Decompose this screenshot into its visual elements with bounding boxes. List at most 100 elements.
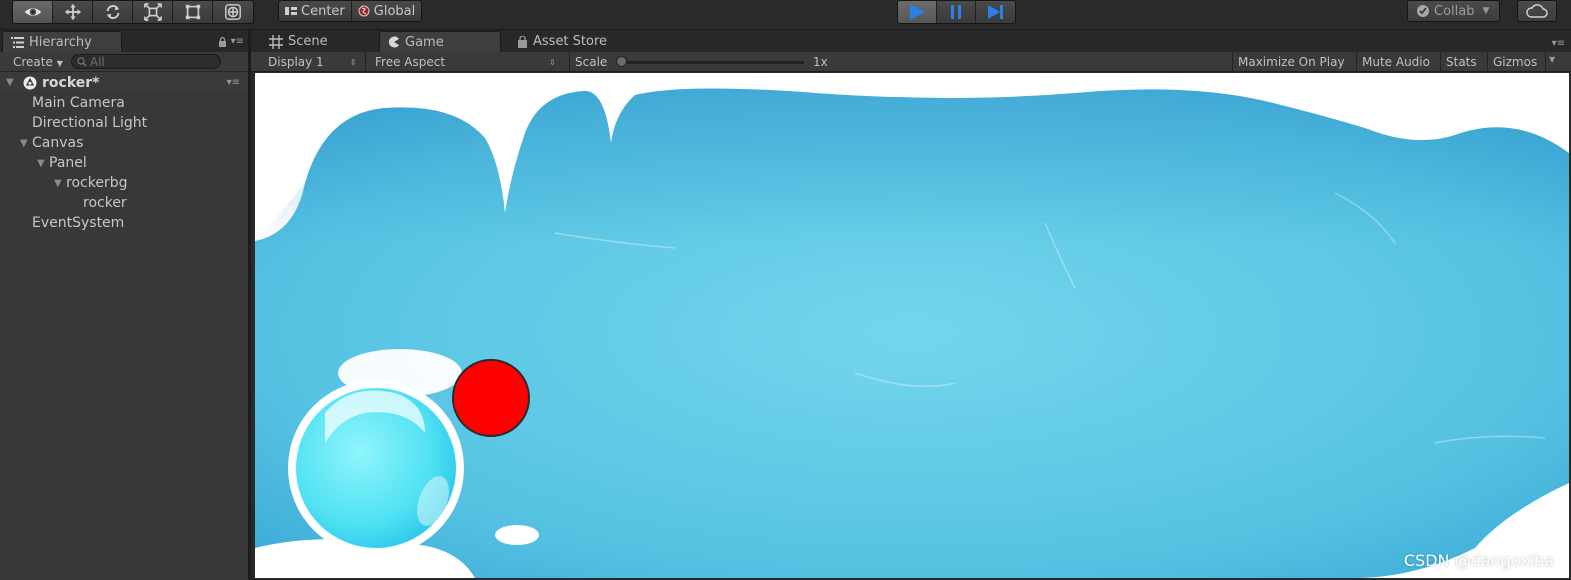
rotate-tool-button[interactable] (93, 1, 133, 23)
hierarchy-item[interactable]: Directional Light (0, 113, 248, 133)
scale-tool-button[interactable] (133, 1, 173, 23)
tab-scene-label: Scene (288, 34, 328, 49)
mute-audio-toggle[interactable]: Mute Audio (1362, 55, 1430, 69)
watermark-text: CSDN @dangoxiba (1403, 551, 1554, 570)
hierarchy-item[interactable]: Main Camera (0, 93, 248, 113)
hierarchy-toolbar: Create ▼ All (0, 52, 248, 72)
globe-icon (358, 5, 370, 17)
hierarchy-tree: Main Camera Directional Light ▼ Canvas ▼ Pane… (0, 93, 248, 233)
scale-icon (143, 3, 162, 21)
hierarchy-item-label: rockerbg (66, 175, 128, 191)
toolbar-divider (1356, 52, 1357, 72)
step-button[interactable] (976, 1, 1015, 23)
hierarchy-item-label: Panel (49, 155, 87, 171)
create-dropdown-arrow-icon: ▼ (56, 58, 63, 68)
toolbar-divider (1232, 52, 1233, 72)
expand-arrow-icon[interactable]: ▼ (54, 178, 66, 189)
pivot-center-label: Center (301, 3, 345, 19)
display-label: Display 1 (268, 55, 324, 69)
pause-icon (951, 5, 961, 19)
transform-icon (225, 4, 241, 20)
gizmos-toggle[interactable]: Gizmos (1493, 55, 1537, 69)
stats-toggle[interactable]: Stats (1446, 55, 1477, 69)
move-tool-button[interactable] (53, 1, 93, 23)
search-icon (77, 56, 87, 66)
rect-tool-button[interactable] (173, 1, 213, 23)
display-dropdown[interactable]: Display 1 ⇕ (268, 55, 356, 69)
pivot-center-icon (285, 7, 297, 15)
tab-scene[interactable]: Scene (261, 31, 373, 52)
aspect-dropdown[interactable]: Free Aspect ⇕ (375, 55, 556, 69)
panel-options-icon[interactable]: ▾≡ (231, 36, 244, 47)
hierarchy-list-icon (11, 36, 24, 48)
move-arrows-icon (64, 3, 81, 21)
hierarchy-tabbar: Hierarchy ▾≡ (0, 30, 248, 52)
joystick-knob[interactable] (452, 359, 530, 437)
play-icon (910, 4, 925, 20)
bag-icon (518, 35, 527, 48)
tab-asset-store-label: Asset Store (533, 34, 608, 49)
display-dropdown-arrows-icon: ⇕ (349, 57, 357, 67)
toolbar-divider (569, 52, 570, 72)
ice-pond-scene (255, 73, 1569, 578)
aspect-label: Free Aspect (375, 55, 446, 69)
pivot-global-button[interactable]: Global (351, 1, 422, 21)
scale-label: Scale (575, 55, 608, 69)
create-label: Create (13, 54, 53, 69)
expand-arrow-icon[interactable]: ▼ (20, 138, 32, 149)
hierarchy-search-placeholder: All (89, 54, 105, 69)
main-toolbar: Center Global Collab ▼ (0, 0, 1571, 30)
game-view-toolbar: Display 1 ⇕ Free Aspect ⇕ Scale 1x Maxim… (251, 52, 1571, 72)
hierarchy-item-label: rocker (83, 195, 127, 211)
create-dropdown[interactable]: Create ▼ (13, 55, 63, 69)
maximize-on-play-toggle[interactable]: Maximize On Play (1238, 55, 1345, 69)
hierarchy-item[interactable]: EventSystem (0, 213, 248, 233)
tab-game[interactable]: Game (379, 31, 501, 52)
transform-tools (12, 0, 254, 24)
scene-root-row[interactable]: ▼ rocker* ▾≡ (0, 72, 248, 93)
playmode-controls (897, 0, 1016, 24)
eye-icon (24, 8, 41, 16)
lock-icon[interactable] (218, 36, 227, 47)
game-view-tabbar: Scene Game Asset Store ▾≡ (251, 30, 1571, 52)
game-view-options-icon[interactable]: ▾≡ (1552, 38, 1565, 49)
hierarchy-item[interactable]: ▼ rockerbg (0, 173, 248, 193)
hierarchy-item-label: Directional Light (32, 115, 148, 131)
gizmos-label: Gizmos (1493, 55, 1538, 69)
scale-slider-track[interactable] (621, 61, 804, 64)
hierarchy-search-input[interactable]: All (70, 54, 221, 69)
game-viewport[interactable] (255, 73, 1569, 578)
expand-arrow-icon[interactable]: ▼ (37, 158, 49, 169)
tab-hierarchy[interactable]: Hierarchy (2, 31, 122, 52)
cloud-button[interactable] (1517, 0, 1557, 22)
transform-tool-button[interactable] (213, 1, 253, 23)
toolbar-divider (365, 52, 366, 72)
grid-icon (269, 34, 283, 49)
scene-options-icon[interactable]: ▾≡ (227, 77, 240, 88)
view-tool-button[interactable] (13, 1, 53, 23)
hierarchy-item[interactable]: ▼ Canvas (0, 133, 248, 153)
pivot-center-button[interactable]: Center (279, 1, 352, 21)
hierarchy-item[interactable]: rocker (0, 193, 248, 213)
scene-name: rocker* (42, 74, 100, 91)
collab-button[interactable]: Collab ▼ (1407, 0, 1500, 22)
tab-asset-store[interactable]: Asset Store (509, 31, 629, 52)
hierarchy-item[interactable]: ▼ Panel (0, 153, 248, 173)
gizmos-dropdown-arrow-icon[interactable]: ▼ (1549, 55, 1555, 64)
aspect-dropdown-arrows-icon: ⇕ (549, 57, 556, 67)
scale-slider-thumb[interactable] (616, 56, 627, 67)
hierarchy-item-label: EventSystem (32, 215, 125, 231)
collab-label: Collab (1434, 3, 1475, 19)
unity-scene-icon (23, 76, 37, 89)
pause-button[interactable] (937, 1, 976, 23)
hierarchy-item-label: Canvas (32, 135, 84, 151)
toolbar-divider (1487, 52, 1488, 72)
scene-expand-arrow-icon[interactable]: ▼ (6, 77, 18, 88)
scale-value: 1x (813, 55, 828, 69)
hierarchy-item-label: Main Camera (32, 95, 125, 111)
pivot-global-label: Global (373, 3, 416, 19)
cloud-icon (1526, 4, 1548, 18)
rotate-icon (106, 5, 119, 19)
checkmark-circle-icon (1417, 5, 1429, 17)
play-button[interactable] (898, 1, 937, 23)
